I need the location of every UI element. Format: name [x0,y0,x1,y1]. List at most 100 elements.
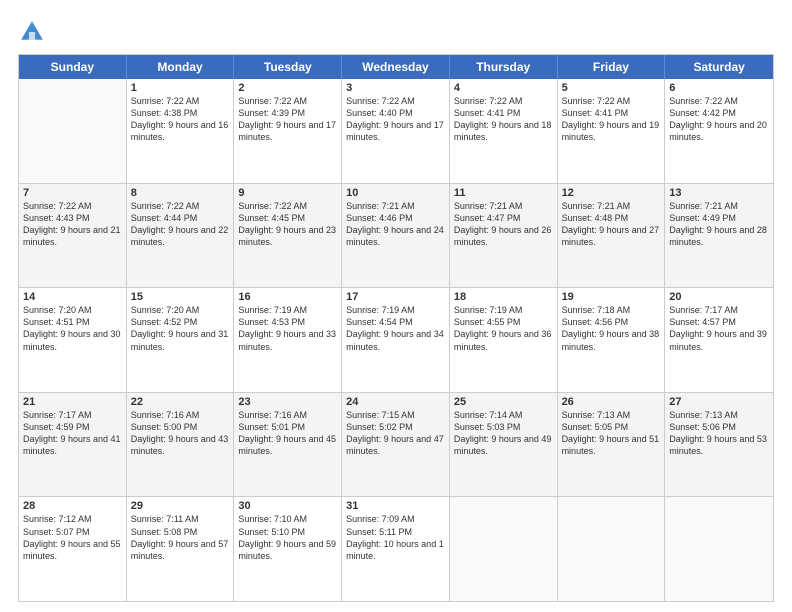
day-number: 7 [23,187,122,199]
calendar-header-thursday: Thursday [450,55,558,79]
calendar-cell: 9Sunrise: 7:22 AM Sunset: 4:45 PM Daylig… [234,184,342,288]
day-info: Sunrise: 7:14 AM Sunset: 5:03 PM Dayligh… [454,409,553,458]
day-number: 18 [454,291,553,303]
day-info: Sunrise: 7:17 AM Sunset: 4:59 PM Dayligh… [23,409,122,458]
calendar-cell: 7Sunrise: 7:22 AM Sunset: 4:43 PM Daylig… [19,184,127,288]
day-info: Sunrise: 7:19 AM Sunset: 4:54 PM Dayligh… [346,304,445,353]
day-info: Sunrise: 7:17 AM Sunset: 4:57 PM Dayligh… [669,304,769,353]
calendar-header-saturday: Saturday [665,55,773,79]
day-info: Sunrise: 7:22 AM Sunset: 4:45 PM Dayligh… [238,200,337,249]
calendar-cell: 25Sunrise: 7:14 AM Sunset: 5:03 PM Dayli… [450,393,558,497]
day-info: Sunrise: 7:22 AM Sunset: 4:42 PM Dayligh… [669,95,769,144]
day-number: 13 [669,187,769,199]
page: SundayMondayTuesdayWednesdayThursdayFrid… [0,0,792,612]
day-number: 22 [131,396,230,408]
day-number: 3 [346,82,445,94]
day-info: Sunrise: 7:22 AM Sunset: 4:44 PM Dayligh… [131,200,230,249]
calendar-cell: 6Sunrise: 7:22 AM Sunset: 4:42 PM Daylig… [665,79,773,183]
calendar-cell [19,79,127,183]
calendar-cell: 4Sunrise: 7:22 AM Sunset: 4:41 PM Daylig… [450,79,558,183]
logo-icon [18,18,46,46]
logo [18,18,50,46]
calendar-week-3: 14Sunrise: 7:20 AM Sunset: 4:51 PM Dayli… [19,288,773,393]
day-number: 5 [562,82,661,94]
calendar-header-monday: Monday [127,55,235,79]
day-number: 15 [131,291,230,303]
calendar-cell [558,497,666,601]
calendar-cell: 13Sunrise: 7:21 AM Sunset: 4:49 PM Dayli… [665,184,773,288]
day-info: Sunrise: 7:12 AM Sunset: 5:07 PM Dayligh… [23,513,122,562]
calendar-week-2: 7Sunrise: 7:22 AM Sunset: 4:43 PM Daylig… [19,184,773,289]
day-number: 29 [131,500,230,512]
calendar-cell: 16Sunrise: 7:19 AM Sunset: 4:53 PM Dayli… [234,288,342,392]
day-number: 27 [669,396,769,408]
calendar-body: 1Sunrise: 7:22 AM Sunset: 4:38 PM Daylig… [19,79,773,601]
day-info: Sunrise: 7:16 AM Sunset: 5:00 PM Dayligh… [131,409,230,458]
day-number: 25 [454,396,553,408]
calendar-week-5: 28Sunrise: 7:12 AM Sunset: 5:07 PM Dayli… [19,497,773,601]
day-number: 8 [131,187,230,199]
day-info: Sunrise: 7:22 AM Sunset: 4:40 PM Dayligh… [346,95,445,144]
day-number: 28 [23,500,122,512]
calendar-cell: 5Sunrise: 7:22 AM Sunset: 4:41 PM Daylig… [558,79,666,183]
calendar: SundayMondayTuesdayWednesdayThursdayFrid… [18,54,774,602]
day-info: Sunrise: 7:20 AM Sunset: 4:51 PM Dayligh… [23,304,122,353]
calendar-cell: 20Sunrise: 7:17 AM Sunset: 4:57 PM Dayli… [665,288,773,392]
calendar-cell: 29Sunrise: 7:11 AM Sunset: 5:08 PM Dayli… [127,497,235,601]
day-info: Sunrise: 7:21 AM Sunset: 4:49 PM Dayligh… [669,200,769,249]
day-info: Sunrise: 7:13 AM Sunset: 5:05 PM Dayligh… [562,409,661,458]
day-info: Sunrise: 7:22 AM Sunset: 4:39 PM Dayligh… [238,95,337,144]
calendar-cell: 17Sunrise: 7:19 AM Sunset: 4:54 PM Dayli… [342,288,450,392]
day-number: 24 [346,396,445,408]
day-number: 16 [238,291,337,303]
calendar-cell: 11Sunrise: 7:21 AM Sunset: 4:47 PM Dayli… [450,184,558,288]
day-info: Sunrise: 7:19 AM Sunset: 4:53 PM Dayligh… [238,304,337,353]
calendar-cell: 10Sunrise: 7:21 AM Sunset: 4:46 PM Dayli… [342,184,450,288]
calendar-cell: 14Sunrise: 7:20 AM Sunset: 4:51 PM Dayli… [19,288,127,392]
day-number: 1 [131,82,230,94]
calendar-cell: 12Sunrise: 7:21 AM Sunset: 4:48 PM Dayli… [558,184,666,288]
day-info: Sunrise: 7:18 AM Sunset: 4:56 PM Dayligh… [562,304,661,353]
calendar-cell: 21Sunrise: 7:17 AM Sunset: 4:59 PM Dayli… [19,393,127,497]
calendar-cell: 2Sunrise: 7:22 AM Sunset: 4:39 PM Daylig… [234,79,342,183]
calendar-cell: 23Sunrise: 7:16 AM Sunset: 5:01 PM Dayli… [234,393,342,497]
day-number: 30 [238,500,337,512]
day-info: Sunrise: 7:22 AM Sunset: 4:41 PM Dayligh… [454,95,553,144]
calendar-cell: 22Sunrise: 7:16 AM Sunset: 5:00 PM Dayli… [127,393,235,497]
day-number: 12 [562,187,661,199]
calendar-header-wednesday: Wednesday [342,55,450,79]
day-number: 26 [562,396,661,408]
calendar-cell: 1Sunrise: 7:22 AM Sunset: 4:38 PM Daylig… [127,79,235,183]
calendar-cell: 28Sunrise: 7:12 AM Sunset: 5:07 PM Dayli… [19,497,127,601]
day-number: 21 [23,396,122,408]
day-info: Sunrise: 7:22 AM Sunset: 4:41 PM Dayligh… [562,95,661,144]
calendar-cell [450,497,558,601]
day-number: 9 [238,187,337,199]
calendar-cell [665,497,773,601]
calendar-cell: 18Sunrise: 7:19 AM Sunset: 4:55 PM Dayli… [450,288,558,392]
calendar-cell: 30Sunrise: 7:10 AM Sunset: 5:10 PM Dayli… [234,497,342,601]
calendar-cell: 24Sunrise: 7:15 AM Sunset: 5:02 PM Dayli… [342,393,450,497]
day-number: 2 [238,82,337,94]
header [18,18,774,46]
day-info: Sunrise: 7:19 AM Sunset: 4:55 PM Dayligh… [454,304,553,353]
day-number: 23 [238,396,337,408]
day-number: 14 [23,291,122,303]
day-number: 11 [454,187,553,199]
calendar-cell: 27Sunrise: 7:13 AM Sunset: 5:06 PM Dayli… [665,393,773,497]
day-info: Sunrise: 7:11 AM Sunset: 5:08 PM Dayligh… [131,513,230,562]
calendar-header-tuesday: Tuesday [234,55,342,79]
day-info: Sunrise: 7:21 AM Sunset: 4:46 PM Dayligh… [346,200,445,249]
calendar-week-1: 1Sunrise: 7:22 AM Sunset: 4:38 PM Daylig… [19,79,773,184]
calendar-week-4: 21Sunrise: 7:17 AM Sunset: 4:59 PM Dayli… [19,393,773,498]
calendar-header: SundayMondayTuesdayWednesdayThursdayFrid… [19,55,773,79]
day-number: 19 [562,291,661,303]
calendar-header-sunday: Sunday [19,55,127,79]
day-number: 10 [346,187,445,199]
day-number: 6 [669,82,769,94]
day-number: 31 [346,500,445,512]
day-info: Sunrise: 7:10 AM Sunset: 5:10 PM Dayligh… [238,513,337,562]
day-number: 20 [669,291,769,303]
calendar-cell: 26Sunrise: 7:13 AM Sunset: 5:05 PM Dayli… [558,393,666,497]
day-number: 4 [454,82,553,94]
